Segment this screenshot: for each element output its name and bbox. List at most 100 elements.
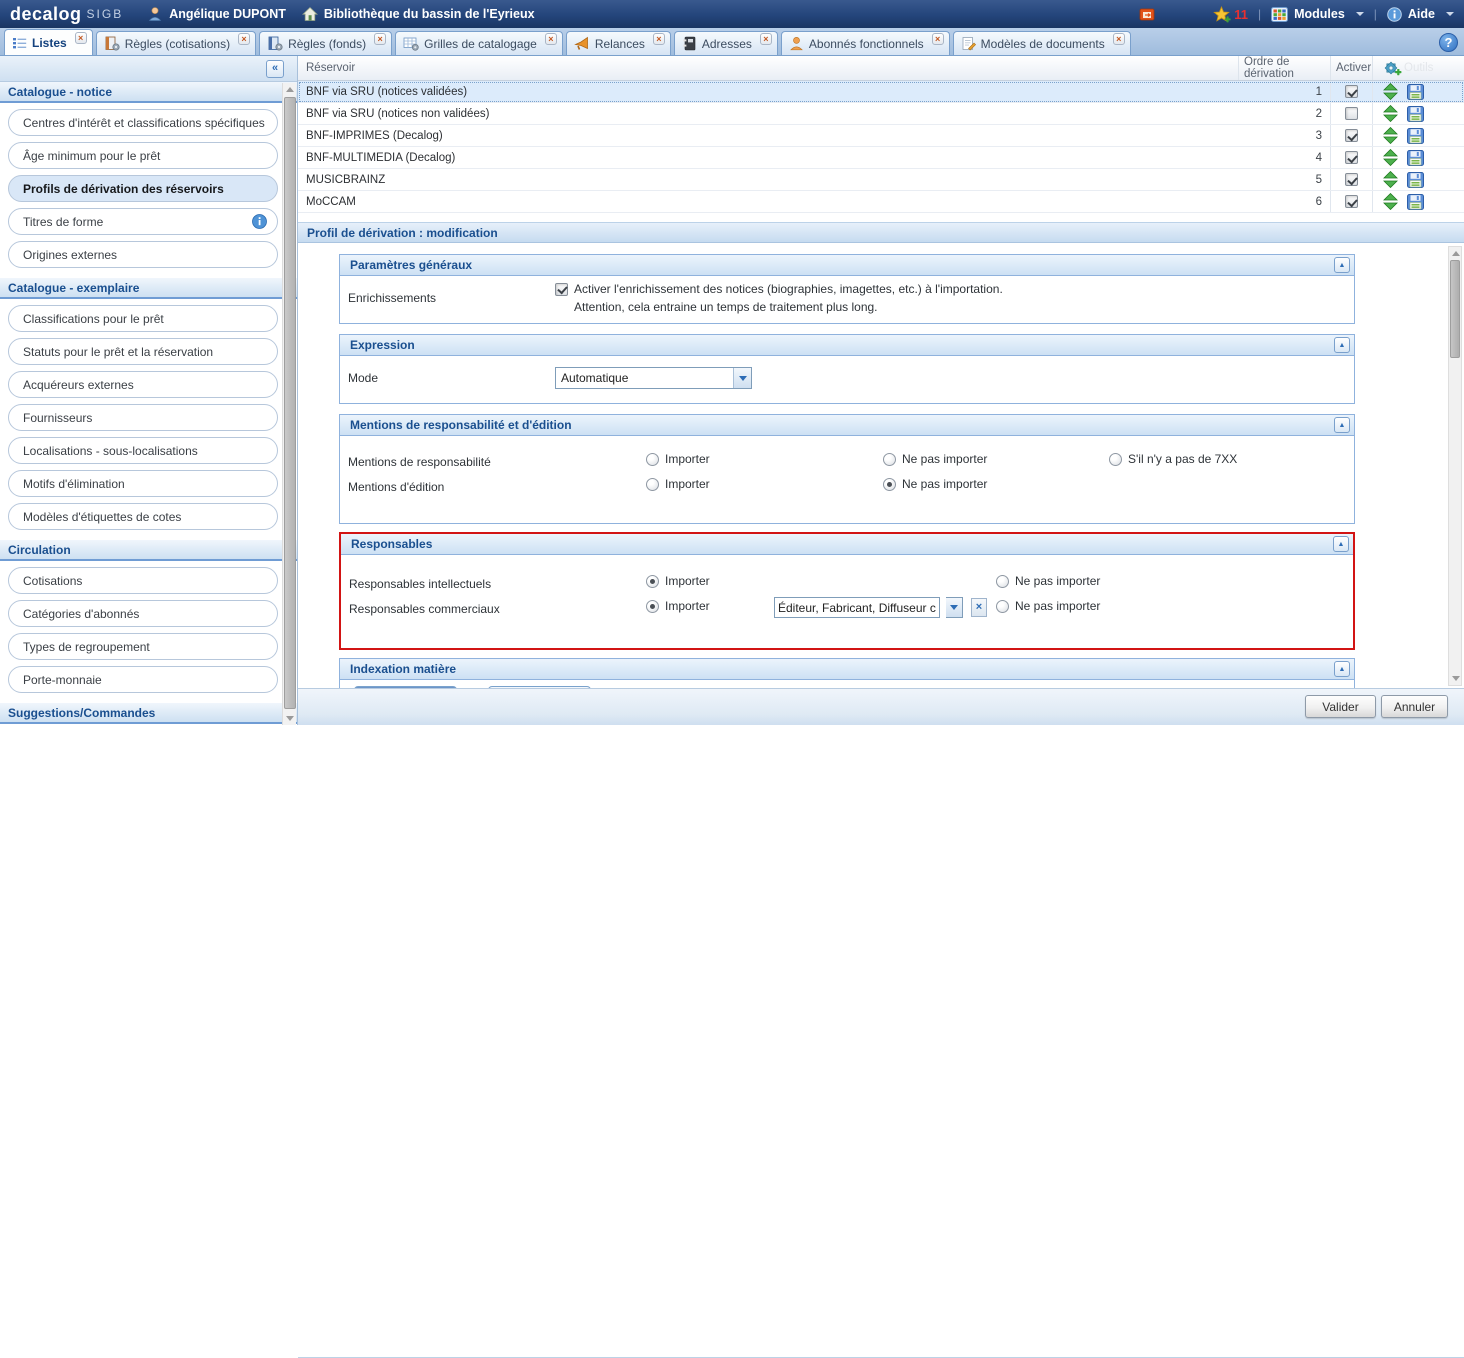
sidebar-item-fournisseurs[interactable]: Fournisseurs xyxy=(8,404,278,431)
tab-grilles-catalogage[interactable]: Grilles de catalogage xyxy=(395,31,563,55)
table-row[interactable]: MoCCAM 6 xyxy=(298,191,1464,213)
modules-menu[interactable]: Modules xyxy=(1271,7,1364,22)
mode-select[interactable]: Automatique xyxy=(555,367,752,389)
radio-ne-pas-importer[interactable] xyxy=(996,575,1009,588)
sidebar-item-localisations[interactable]: Localisations - sous-localisations xyxy=(8,437,278,464)
activer-checkbox[interactable] xyxy=(1345,173,1358,186)
info-icon[interactable] xyxy=(252,214,267,229)
activer-checkbox[interactable] xyxy=(1345,107,1358,120)
save-icon[interactable] xyxy=(1407,128,1424,144)
favorites-star-icon[interactable] xyxy=(1213,6,1231,23)
sidebar-item-acquereurs-externes[interactable]: Acquéreurs externes xyxy=(8,371,278,398)
move-up-down-icon[interactable] xyxy=(1383,193,1398,210)
close-icon[interactable] xyxy=(75,32,87,44)
form-scrollbar[interactable] xyxy=(1448,246,1462,686)
table-row[interactable]: BNF via SRU (notices validées) 1 xyxy=(298,81,1464,103)
sidebar-item-cotisations[interactable]: Cotisations xyxy=(8,567,278,594)
table-row[interactable]: BNF-MULTIMEDIA (Decalog) 4 xyxy=(298,147,1464,169)
scroll-down-icon[interactable] xyxy=(284,713,295,724)
radio-importer[interactable] xyxy=(646,453,659,466)
radio-importer[interactable] xyxy=(646,478,659,491)
tab-adresses[interactable]: Adresses xyxy=(674,31,778,55)
tab-abonnes-fonctionnels[interactable]: Abonnés fonctionnels xyxy=(781,31,950,55)
save-icon[interactable] xyxy=(1407,172,1424,188)
save-icon[interactable] xyxy=(1407,150,1424,166)
radio-importer[interactable] xyxy=(646,600,659,613)
table-row[interactable]: MUSICBRAINZ 5 xyxy=(298,169,1464,191)
activer-checkbox[interactable] xyxy=(1345,85,1358,98)
collapse-panel-icon[interactable] xyxy=(1334,337,1350,353)
tab-regles-cotisations[interactable]: Règles (cotisations) xyxy=(96,31,256,55)
tab-relances[interactable]: Relances xyxy=(566,31,671,55)
sidebar-scrollbar[interactable] xyxy=(282,83,296,725)
move-up-down-icon[interactable] xyxy=(1383,127,1398,144)
activer-checkbox[interactable] xyxy=(1345,195,1358,208)
sidebar-item-types-regroupement[interactable]: Types de regroupement xyxy=(8,633,278,660)
sidebar-item-profils-derivation[interactable]: Profils de dérivation des réservoirs xyxy=(8,175,278,202)
help-bubble-button[interactable]: ? xyxy=(1439,33,1458,52)
collapse-panel-icon[interactable] xyxy=(1334,257,1350,273)
scroll-up-icon[interactable] xyxy=(284,84,295,95)
table-header: Réservoir Ordre de dérivation Activer Ou… xyxy=(298,56,1464,81)
sidebar-item-classifications-pret[interactable]: Classifications pour le prêt xyxy=(8,305,278,332)
radio-ne-pas-importer[interactable] xyxy=(883,478,896,491)
chevron-down-icon[interactable] xyxy=(733,368,751,388)
close-icon[interactable] xyxy=(238,33,250,45)
collapse-panel-icon[interactable] xyxy=(1333,536,1349,552)
radio-ne-pas-importer[interactable] xyxy=(883,453,896,466)
gear-plus-icon[interactable] xyxy=(1383,60,1402,77)
close-icon[interactable] xyxy=(932,33,944,45)
radio-sil-ny-a-pas-7xx[interactable] xyxy=(1109,453,1122,466)
scroll-down-icon[interactable] xyxy=(1450,673,1461,684)
move-up-down-icon[interactable] xyxy=(1383,171,1398,188)
enrichissements-checkbox[interactable] xyxy=(555,283,568,296)
cancel-button[interactable]: Annuler xyxy=(1381,695,1448,718)
radio-importer[interactable] xyxy=(646,575,659,588)
sidebar-item-categories-abonnes[interactable]: Catégories d'abonnés xyxy=(8,600,278,627)
chevron-down-icon[interactable] xyxy=(946,597,963,618)
tab-label: Règles (fonds) xyxy=(288,37,366,51)
responsables-commerciaux-combobox[interactable]: Éditeur, Fabricant, Diffuseur c xyxy=(774,597,940,618)
messages-icon[interactable] xyxy=(1139,7,1155,22)
close-icon[interactable] xyxy=(760,33,772,45)
scrollbar-thumb[interactable] xyxy=(284,97,296,709)
sidebar-item-titres-de-forme[interactable]: Titres de forme xyxy=(8,208,278,235)
sidebar-item-age-minimum[interactable]: Âge minimum pour le prêt xyxy=(8,142,278,169)
help-menu[interactable]: Aide xyxy=(1387,7,1454,22)
clear-icon[interactable] xyxy=(971,598,987,617)
scrollbar-thumb[interactable] xyxy=(1450,260,1460,358)
move-up-down-icon[interactable] xyxy=(1383,105,1398,122)
sidebar-item-modeles-etiquettes[interactable]: Modèles d'étiquettes de cotes xyxy=(8,503,278,530)
column-ordre-derivation: Ordre de dérivation xyxy=(1239,56,1331,80)
activer-checkbox[interactable] xyxy=(1345,129,1358,142)
close-icon[interactable] xyxy=(374,33,386,45)
tab-modeles-documents[interactable]: Modèles de documents xyxy=(953,31,1131,55)
sidebar-collapse-icon[interactable] xyxy=(266,60,284,78)
sidebar-item-centres-interet[interactable]: Centres d'intérêt et classifications spé… xyxy=(8,109,278,136)
activer-checkbox[interactable] xyxy=(1345,151,1358,164)
tab-regles-fonds[interactable]: Règles (fonds) xyxy=(259,31,392,55)
tab-listes[interactable]: Listes xyxy=(4,29,93,55)
close-icon[interactable] xyxy=(653,33,665,45)
sidebar-item-motifs-elimination[interactable]: Motifs d'élimination xyxy=(8,470,278,497)
sidebar-item-porte-monnaie[interactable]: Porte-monnaie xyxy=(8,666,278,693)
move-up-down-icon[interactable] xyxy=(1383,149,1398,166)
sidebar-item-statuts-pret[interactable]: Statuts pour le prêt et la réservation xyxy=(8,338,278,365)
save-icon[interactable] xyxy=(1407,106,1424,122)
save-icon[interactable] xyxy=(1407,194,1424,210)
table-row[interactable]: BNF-IMPRIMES (Decalog) 3 xyxy=(298,125,1464,147)
move-up-down-icon[interactable] xyxy=(1383,83,1398,100)
save-icon[interactable] xyxy=(1407,84,1424,100)
column-outils: Outils xyxy=(1373,56,1441,80)
close-icon[interactable] xyxy=(545,33,557,45)
close-icon[interactable] xyxy=(1113,33,1125,45)
table-row[interactable]: BNF via SRU (notices non validées) 2 xyxy=(298,103,1464,125)
radio-ne-pas-importer[interactable] xyxy=(996,600,1009,613)
sidebar-item-origines-externes[interactable]: Origines externes xyxy=(8,241,278,268)
panel-parametres-generaux: Paramètres généraux Enrichissements Acti… xyxy=(339,254,1355,324)
validate-button[interactable]: Valider xyxy=(1305,695,1376,718)
scroll-up-icon[interactable] xyxy=(1450,248,1461,259)
collapse-panel-icon[interactable] xyxy=(1334,661,1350,677)
collapse-panel-icon[interactable] xyxy=(1334,417,1350,433)
tab-label: Modèles de documents xyxy=(981,37,1105,51)
